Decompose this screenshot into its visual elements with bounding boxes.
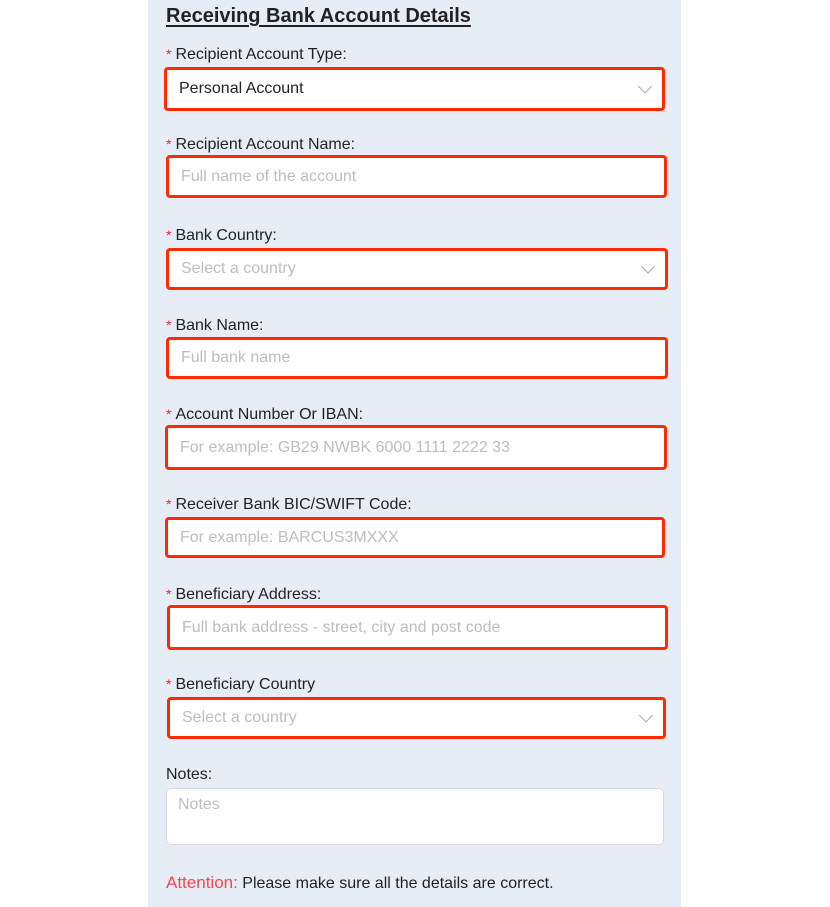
required-mark: * xyxy=(166,496,172,512)
required-mark: * xyxy=(166,676,172,692)
recipient-account-name-label: * Recipient Account Name: xyxy=(166,136,355,154)
input-placeholder: Full bank address - street, city and pos… xyxy=(182,618,501,636)
bank-country-select[interactable]: Select a country xyxy=(166,248,668,290)
beneficiary-country-select[interactable]: Select a country xyxy=(167,697,666,739)
label-text: Beneficiary Address: xyxy=(175,586,322,603)
notes-label: Notes: xyxy=(166,766,213,783)
notes-textarea[interactable]: Notes xyxy=(166,788,664,845)
select-placeholder: Select a country xyxy=(181,260,296,277)
input-placeholder: For example: BARCUS3MXXX xyxy=(180,528,399,546)
input-placeholder: Full bank name xyxy=(181,349,291,366)
required-mark: * xyxy=(166,46,172,62)
beneficiary-address-input[interactable]: Full bank address - street, city and pos… xyxy=(167,605,668,650)
select-placeholder: Select a country xyxy=(182,709,297,726)
input-placeholder: Full name of the account xyxy=(181,167,357,185)
required-mark: * xyxy=(166,586,172,602)
label-text: Beneficiary Country xyxy=(175,676,316,693)
chevron-down-icon xyxy=(638,708,654,723)
account-number-iban-input[interactable]: For example: GB29 NWBK 6000 1111 2222 33 xyxy=(165,425,667,470)
attention-message: Attention: Please make sure all the deta… xyxy=(166,873,554,893)
bank-name-label: * Bank Name: xyxy=(166,317,264,335)
bank-name-input[interactable]: Full bank name xyxy=(166,337,668,379)
bank-country-label: * Bank Country: xyxy=(166,227,277,245)
required-mark: * xyxy=(166,406,172,422)
notes-placeholder: Notes xyxy=(178,796,220,813)
bic-swift-label: * Receiver Bank BIC/SWIFT Code: xyxy=(166,496,412,514)
receiving-bank-form: Receiving Bank Account Details * Recipien… xyxy=(148,0,681,907)
label-text: Account Number Or IBAN: xyxy=(175,406,364,423)
bic-swift-input[interactable]: For example: BARCUS3MXXX xyxy=(165,517,665,558)
required-mark: * xyxy=(166,317,172,333)
chevron-down-icon xyxy=(637,79,653,94)
section-title: Receiving Bank Account Details xyxy=(166,5,471,27)
label-text: Recipient Account Name: xyxy=(175,136,356,153)
required-mark: * xyxy=(166,227,172,243)
recipient-account-name-input[interactable]: Full name of the account xyxy=(166,155,667,198)
label-text: Receiver Bank BIC/SWIFT Code: xyxy=(175,496,412,513)
label-text: Bank Name: xyxy=(175,317,264,334)
recipient-account-type-select[interactable]: Personal Account xyxy=(164,67,665,111)
beneficiary-country-label: * Beneficiary Country xyxy=(166,676,315,694)
attention-text: Please make sure all the details are cor… xyxy=(242,875,554,892)
beneficiary-address-label: * Beneficiary Address: xyxy=(166,586,321,604)
label-text: Bank Country: xyxy=(175,227,277,244)
account-number-label: * Account Number Or IBAN: xyxy=(166,406,363,424)
required-mark: * xyxy=(166,136,172,152)
recipient-account-type-label: * Recipient Account Type: xyxy=(166,46,347,64)
select-value: Personal Account xyxy=(179,80,304,97)
label-text: Recipient Account Type: xyxy=(175,46,347,63)
chevron-down-icon xyxy=(640,259,656,274)
input-placeholder: For example: GB29 NWBK 6000 1111 2222 33 xyxy=(180,438,510,456)
attention-prefix: Attention: xyxy=(166,873,238,892)
